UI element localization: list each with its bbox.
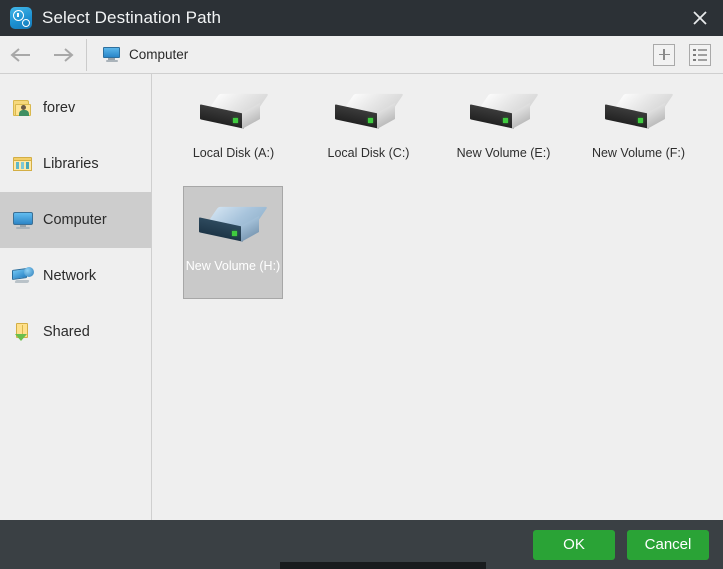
drive-label: New Volume (H:) — [185, 259, 281, 273]
user-folder-icon — [12, 97, 34, 119]
sidebar-item-label: Network — [43, 268, 97, 284]
cancel-button[interactable]: Cancel — [627, 529, 709, 560]
libraries-icon — [12, 153, 34, 175]
sidebar-item-libraries[interactable]: Libraries — [0, 136, 151, 192]
shared-folder-icon — [12, 321, 34, 343]
forward-button[interactable] — [42, 36, 84, 74]
new-folder-button[interactable] — [653, 43, 675, 66]
dialog-body: forev Libraries Computer Network Shared … — [0, 74, 723, 520]
hard-drive-icon — [195, 203, 271, 253]
sidebar-item-label: Shared — [43, 324, 90, 340]
drive-item-f[interactable]: New Volume (F:) — [571, 82, 706, 182]
computer-icon — [12, 209, 34, 231]
ok-button[interactable]: OK — [533, 529, 615, 560]
monitor-icon — [103, 47, 120, 62]
sidebar-item-computer[interactable]: Computer — [0, 192, 151, 248]
breadcrumb-label: Computer — [129, 47, 189, 62]
back-button[interactable] — [0, 36, 42, 74]
dialog-footer: OK Cancel — [0, 520, 723, 569]
hard-drive-icon — [466, 90, 542, 140]
view-mode-button[interactable] — [689, 43, 711, 66]
drive-label: New Volume (E:) — [456, 146, 551, 160]
sidebar-item-label: forev — [43, 100, 76, 116]
window-title: Select Destination Path — [42, 8, 222, 27]
select-destination-path-dialog: Select Destination Path Computer forev L… — [0, 0, 723, 569]
toolbar-divider — [86, 38, 87, 71]
network-icon — [12, 265, 34, 287]
places-sidebar: forev Libraries Computer Network Shared — [0, 74, 152, 520]
list-view-icon — [693, 48, 707, 61]
drive-label: New Volume (F:) — [591, 146, 686, 160]
sidebar-item-forev[interactable]: forev — [0, 80, 151, 136]
breadcrumb[interactable]: Computer — [89, 36, 653, 74]
file-browser-pane: Local Disk (A:) Local Disk (C:) New Volu… — [152, 74, 723, 520]
navigation-toolbar: Computer — [0, 36, 723, 74]
toolbar-actions — [653, 43, 723, 66]
drive-item-c[interactable]: Local Disk (C:) — [301, 82, 436, 182]
sidebar-item-network[interactable]: Network — [0, 248, 151, 304]
sidebar-item-label: Libraries — [43, 156, 99, 172]
hard-drive-icon — [196, 90, 272, 140]
sidebar-item-shared[interactable]: Shared — [0, 304, 151, 360]
hard-drive-icon — [601, 90, 677, 140]
drive-label: Local Disk (A:) — [192, 146, 275, 160]
drive-item-h[interactable]: New Volume (H:) — [183, 186, 283, 299]
sidebar-item-label: Computer — [43, 212, 107, 228]
drive-label: Local Disk (C:) — [327, 146, 410, 160]
close-icon[interactable] — [677, 0, 723, 36]
drive-item-e[interactable]: New Volume (E:) — [436, 82, 571, 182]
drive-grid: Local Disk (A:) Local Disk (C:) New Volu… — [166, 82, 723, 299]
background-window-edge — [280, 562, 486, 569]
hard-drive-icon — [331, 90, 407, 140]
title-bar: Select Destination Path — [0, 0, 723, 36]
drive-item-a[interactable]: Local Disk (A:) — [166, 82, 301, 182]
clock-gear-icon — [10, 7, 32, 29]
